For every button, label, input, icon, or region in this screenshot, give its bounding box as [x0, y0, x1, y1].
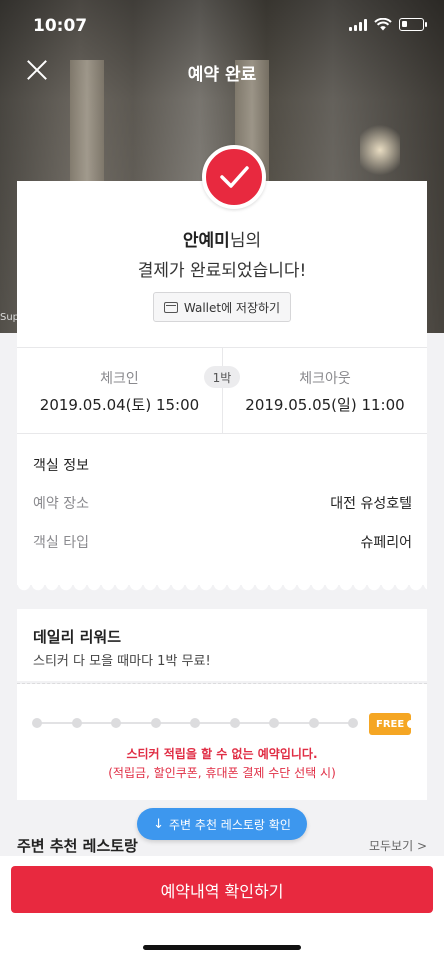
- wifi-icon: [374, 18, 392, 31]
- page-title: 예약 완료: [187, 65, 257, 85]
- customer-name-suffix: 님의: [229, 231, 262, 251]
- status-bar: 10:07: [0, 0, 444, 52]
- reservation-place-label: 예약 장소: [33, 496, 89, 512]
- sticker-dot: [150, 718, 161, 728]
- checkout-value: 2019.05.05(일) 11:00: [245, 396, 405, 414]
- status-time: 10:07: [33, 16, 88, 36]
- room-type-label: 객실 타입: [33, 535, 89, 551]
- daily-reward-card: 데일리 리워드 스티커 다 모을 때마다 1박 무료!: [17, 609, 427, 681]
- sticker-dot: [348, 718, 358, 728]
- free-ticket-badge: FREE: [369, 713, 415, 735]
- reservation-place-value: 대전 유성호텔: [330, 496, 412, 512]
- checkmark-icon: [202, 145, 266, 209]
- sticker-dot: [269, 718, 279, 728]
- divider: [222, 348, 223, 433]
- see-all-link[interactable]: 모두보기 >: [369, 837, 427, 854]
- arrow-down-icon: ↓: [153, 816, 165, 832]
- daily-reward-title: 데일리 리워드: [33, 628, 122, 646]
- checkout-label: 체크아웃: [299, 371, 351, 387]
- sticker-dot: [32, 718, 42, 728]
- divider: [17, 433, 427, 434]
- wallet-icon: [163, 301, 178, 313]
- sticker-warning-detail: (적립금, 할인쿠폰, 휴대폰 결제 수단 선택 시): [108, 766, 336, 780]
- payment-complete-message: 결제가 완료되었습니다!: [137, 261, 307, 281]
- signal-icon: [349, 18, 367, 31]
- greeting-line: 안예미님의: [0, 226, 444, 251]
- room-type-value: 슈페리어: [360, 535, 412, 551]
- nearby-restaurants-button[interactable]: ↓ 주변 추천 레스토랑 확인: [137, 808, 307, 840]
- nearby-pill-label: 주변 추천 레스토랑 확인: [169, 817, 291, 832]
- sticker-progress-card: FREE 스티커 적립을 할 수 없는 예약입니다. (적립금, 할인쿠폰, 휴…: [17, 684, 427, 800]
- daily-reward-subtitle: 스티커 다 모을 때마다 1박 무료!: [33, 654, 211, 669]
- sticker-dot: [71, 718, 82, 728]
- view-reservation-button[interactable]: 예약내역 확인하기: [11, 866, 433, 913]
- sticker-dot: [111, 718, 121, 728]
- checkin-label: 체크인: [100, 371, 139, 387]
- save-to-wallet-button[interactable]: Wallet에 저장하기: [153, 292, 291, 322]
- home-indicator: [143, 945, 301, 950]
- room-info-title: 객실 정보: [33, 458, 89, 474]
- sticker-dot: [308, 718, 319, 728]
- status-icons: [349, 18, 427, 31]
- wallet-button-label: Wallet에 저장하기: [183, 300, 281, 315]
- battery-icon: [399, 18, 427, 31]
- nearby-restaurants-title: 주변 추천 레스토랑: [17, 837, 138, 855]
- customer-name: 안예미: [182, 231, 230, 251]
- sticker-dot: [190, 718, 200, 728]
- sticker-dot: [229, 718, 240, 728]
- sticker-warning: 스티커 적립을 할 수 없는 예약입니다.: [126, 747, 318, 761]
- top-nav: 예약 완료: [0, 48, 444, 92]
- checkin-value: 2019.05.04(토) 15:00: [39, 396, 200, 414]
